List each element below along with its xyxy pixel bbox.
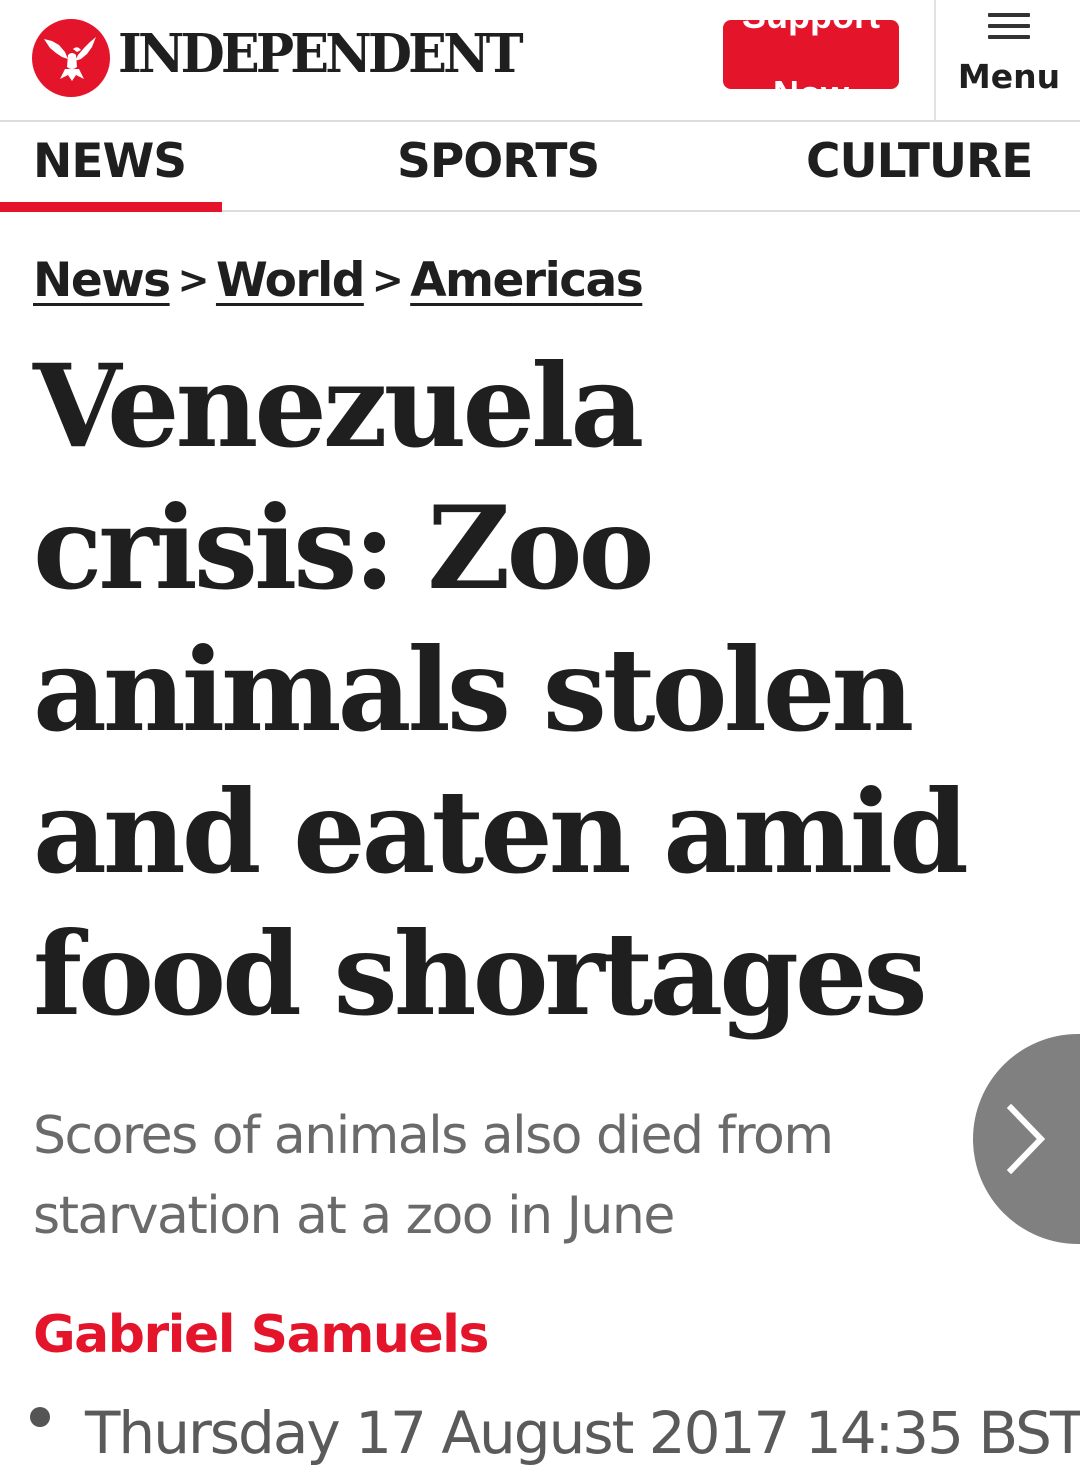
hamburger-icon (988, 13, 1030, 39)
support-button-line1: Support (723, 20, 899, 36)
brand-wordmark[interactable]: INDEPENDENT (118, 24, 524, 84)
author-link[interactable]: Gabriel Samuels (33, 1300, 489, 1370)
bullet-icon (30, 1407, 50, 1427)
section-nav: NEWS SPORTS CULTURE (0, 122, 1080, 212)
breadcrumb: News > World > Americas (33, 250, 644, 314)
chevron-right-icon (1007, 1104, 1046, 1174)
masthead: INDEPENDENT Support Now Menu (0, 0, 1080, 122)
support-now-button[interactable]: Support Now (723, 20, 899, 89)
breadcrumb-americas-link[interactable]: Americas (410, 253, 644, 308)
header-divider (934, 0, 936, 120)
breadcrumb-world-link[interactable]: World (216, 253, 365, 308)
breadcrumb-news-link[interactable]: News (33, 253, 171, 308)
breadcrumb-separator: > (177, 258, 210, 302)
active-tab-indicator (0, 202, 222, 212)
breadcrumb-separator: > (371, 258, 404, 302)
article-headline: Venezuela crisis: Zoo animals stolen and… (33, 339, 969, 1041)
menu-button[interactable]: Menu (938, 0, 1080, 120)
nav-tab-news[interactable]: NEWS (33, 134, 187, 190)
menu-label: Menu (957, 57, 1061, 96)
nav-tab-culture[interactable]: CULTURE (806, 134, 1033, 190)
article-standfirst: Scores of animals also died from starvat… (33, 1106, 834, 1246)
nav-tab-sports[interactable]: SPORTS (397, 134, 600, 190)
next-article-button[interactable] (973, 1034, 1080, 1244)
eagle-logo-icon[interactable] (32, 19, 110, 97)
support-button-line2: Now (723, 74, 899, 90)
publish-date: Thursday 17 August 2017 14:35 BST (85, 1399, 1080, 1467)
article-page: INDEPENDENT Support Now Menu NEWS SPORTS… (0, 0, 1080, 1482)
